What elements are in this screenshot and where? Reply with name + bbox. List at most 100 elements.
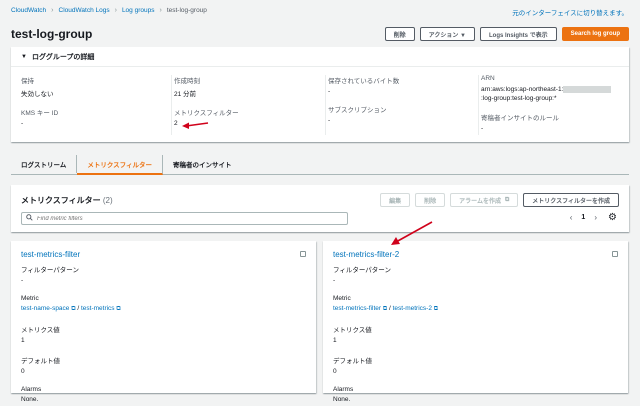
metric-name-link[interactable]: test-metrics-2 — [393, 305, 432, 312]
metric-filters-count-link[interactable]: 2 — [174, 120, 239, 127]
default-value-label: デフォルト値 — [21, 358, 60, 365]
create-alarm-button[interactable]: アラームを作成 ⧉ — [450, 193, 519, 207]
metric-filter-name-link[interactable]: test-metrics-filter — [21, 250, 80, 259]
find-metric-filters-input[interactable] — [37, 215, 337, 222]
filter-pattern-value: - — [333, 277, 336, 284]
details-col-2: 作成時刻 21 分前 メトリクスフィルター 2 — [174, 75, 239, 136]
details-col-4: ARN arn:aws:logs:ap-northeast-1::log-gro… — [481, 75, 621, 141]
metric-filter-name-link[interactable]: test-metrics-filter-2 — [333, 250, 399, 259]
card-body: フィルターパターン - Metric test-name-space ⧉ / t… — [21, 264, 121, 406]
contributor-insights-label: 寄稿者インサイトのルール — [481, 115, 559, 122]
metric-namespace-link[interactable]: test-name-space — [21, 305, 69, 312]
kms-key-label: KMS キー ID — [21, 110, 59, 117]
alarms-value: None. — [21, 396, 39, 403]
creation-time-label: 作成時刻 — [174, 78, 200, 85]
metric-filters-heading: メトリクスフィルター (2) — [21, 195, 113, 206]
edit-filter-button[interactable]: 編集 — [380, 193, 411, 207]
metric-value-value: 1 — [333, 337, 337, 344]
tab-log-streams[interactable]: ログストリーム — [11, 155, 78, 173]
breadcrumb-log-groups[interactable]: Log groups — [122, 7, 155, 14]
chevron-right-icon[interactable]: › — [594, 213, 597, 222]
chevron-right-icon: › — [159, 7, 162, 14]
search-log-group-button[interactable]: Search log group — [561, 27, 629, 41]
pagination: ‹ 1 › — [570, 213, 597, 222]
current-page[interactable]: 1 — [581, 214, 585, 221]
gear-icon[interactable]: ⚙ — [608, 212, 617, 223]
default-value-label: デフォルト値 — [333, 358, 372, 365]
log-group-details-panel: ▼ ロググループの詳細 保持 失効しない KMS キー ID - 作成時刻 21… — [11, 47, 629, 142]
breadcrumb-cloudwatch-logs[interactable]: CloudWatch Logs — [59, 7, 110, 14]
default-value-value: 0 — [21, 368, 25, 375]
details-header[interactable]: ▼ ロググループの詳細 — [11, 47, 629, 67]
retention-value: 失効しない — [21, 91, 54, 98]
switch-interface-link[interactable]: 元のインターフェイスに切り替えます。 — [512, 7, 628, 17]
subscription-label: サブスクリプション — [328, 107, 387, 114]
search-box — [21, 212, 348, 225]
redacted-account-id — [563, 85, 612, 93]
metric-filters-panel: メトリクスフィルター (2) 編集 削除 アラームを作成 ⧉ メトリクスフィルタ… — [11, 185, 629, 232]
metric-value: test-metrics-filter ⧉ / test-metrics-2 ⧉ — [333, 305, 438, 313]
create-metric-filter-button[interactable]: メトリクスフィルターを作成 — [523, 193, 619, 207]
external-link-icon: ⧉ — [505, 196, 510, 203]
metric-value-value: 1 — [21, 337, 25, 344]
metric-name-link[interactable]: test-metrics — [81, 305, 115, 312]
metric-filter-card: test-metrics-filter-2 フィルターパターン - Metric… — [323, 241, 628, 403]
metric-filters-label: メトリクスフィルター — [174, 110, 239, 117]
stored-bytes-label: 保存されているバイト数 — [328, 78, 400, 85]
page-title: test-log-group — [11, 27, 93, 41]
breadcrumb-cloudwatch[interactable]: CloudWatch — [11, 7, 46, 14]
metric-filters-title: メトリクスフィルター — [21, 196, 101, 205]
arn-prefix: arn:aws:logs:ap-northeast-1: — [481, 86, 564, 93]
actions-dropdown-button[interactable]: アクション ▼ — [419, 27, 475, 41]
delete-filter-button[interactable]: 削除 — [415, 193, 446, 207]
metric-label: Metric — [21, 295, 39, 302]
filter-pattern-value: - — [21, 277, 24, 284]
column-divider — [171, 75, 172, 135]
metric-separator: / — [77, 305, 80, 312]
breadcrumb: CloudWatch › CloudWatch Logs › Log group… — [11, 7, 207, 14]
delete-button[interactable]: 削除 — [384, 27, 415, 41]
chevron-right-icon: › — [51, 7, 54, 14]
default-value-value: 0 — [333, 368, 337, 375]
column-divider — [325, 75, 326, 135]
tab-metric-filters[interactable]: メトリクスフィルター — [77, 155, 163, 175]
card-select-checkbox[interactable] — [300, 251, 306, 257]
alarms-value: None. — [333, 396, 351, 403]
arn-value: arn:aws:logs:ap-northeast-1::log-group:t… — [481, 85, 621, 103]
subscription-value: - — [328, 117, 331, 124]
metric-separator: / — [388, 305, 391, 312]
card-body: フィルターパターン - Metric test-metrics-filter ⧉… — [333, 264, 438, 406]
filter-pattern-label: フィルターパターン — [21, 267, 79, 274]
view-in-logs-insights-button[interactable]: Logs Insights で表示 — [479, 27, 557, 41]
external-link-icon: ⧉ — [116, 306, 121, 312]
chevron-right-icon: › — [114, 7, 117, 14]
metric-filters-count: (2) — [102, 196, 113, 205]
creation-time-value: 21 分前 — [174, 91, 197, 98]
metric-namespace-link[interactable]: test-metrics-filter — [333, 305, 381, 312]
metric-value-label: メトリクス値 — [333, 327, 372, 334]
kms-key-value: - — [21, 120, 24, 127]
arn-label: ARN — [481, 75, 495, 82]
metric-value: test-name-space ⧉ / test-metrics ⧉ — [21, 305, 121, 313]
card-select-checkbox[interactable] — [612, 251, 618, 257]
metric-filter-card: test-metrics-filter フィルターパターン - Metric t… — [11, 241, 316, 403]
alarms-label: Alarms — [333, 386, 354, 393]
create-alarm-label: アラームを作成 — [459, 198, 501, 205]
chevron-left-icon[interactable]: ‹ — [570, 213, 573, 222]
external-link-icon: ⧉ — [382, 306, 388, 312]
search-icon — [26, 214, 33, 223]
stored-bytes-value: - — [328, 88, 331, 95]
details-col-3: 保存されているバイト数 - サブスクリプション - — [328, 75, 399, 133]
contributor-insights-value: - — [481, 125, 484, 132]
details-title: ロググループの詳細 — [31, 53, 95, 61]
metric-value-label: メトリクス値 — [21, 327, 60, 334]
filter-pattern-label: フィルターパターン — [333, 267, 391, 274]
tab-contributor-insights[interactable]: 寄稿者のインサイト — [163, 155, 242, 173]
external-link-icon: ⧉ — [71, 306, 76, 312]
breadcrumb-current: test-log-group — [166, 7, 207, 14]
tab-bar: ログストリーム メトリクスフィルター 寄稿者のインサイト — [11, 151, 629, 175]
column-divider — [478, 75, 479, 135]
arn-suffix: :log-group:test-log-group:* — [481, 95, 557, 102]
retention-label: 保持 — [21, 78, 34, 85]
header-actions: 削除 アクション ▼ Logs Insights で表示 Search log … — [384, 27, 629, 41]
